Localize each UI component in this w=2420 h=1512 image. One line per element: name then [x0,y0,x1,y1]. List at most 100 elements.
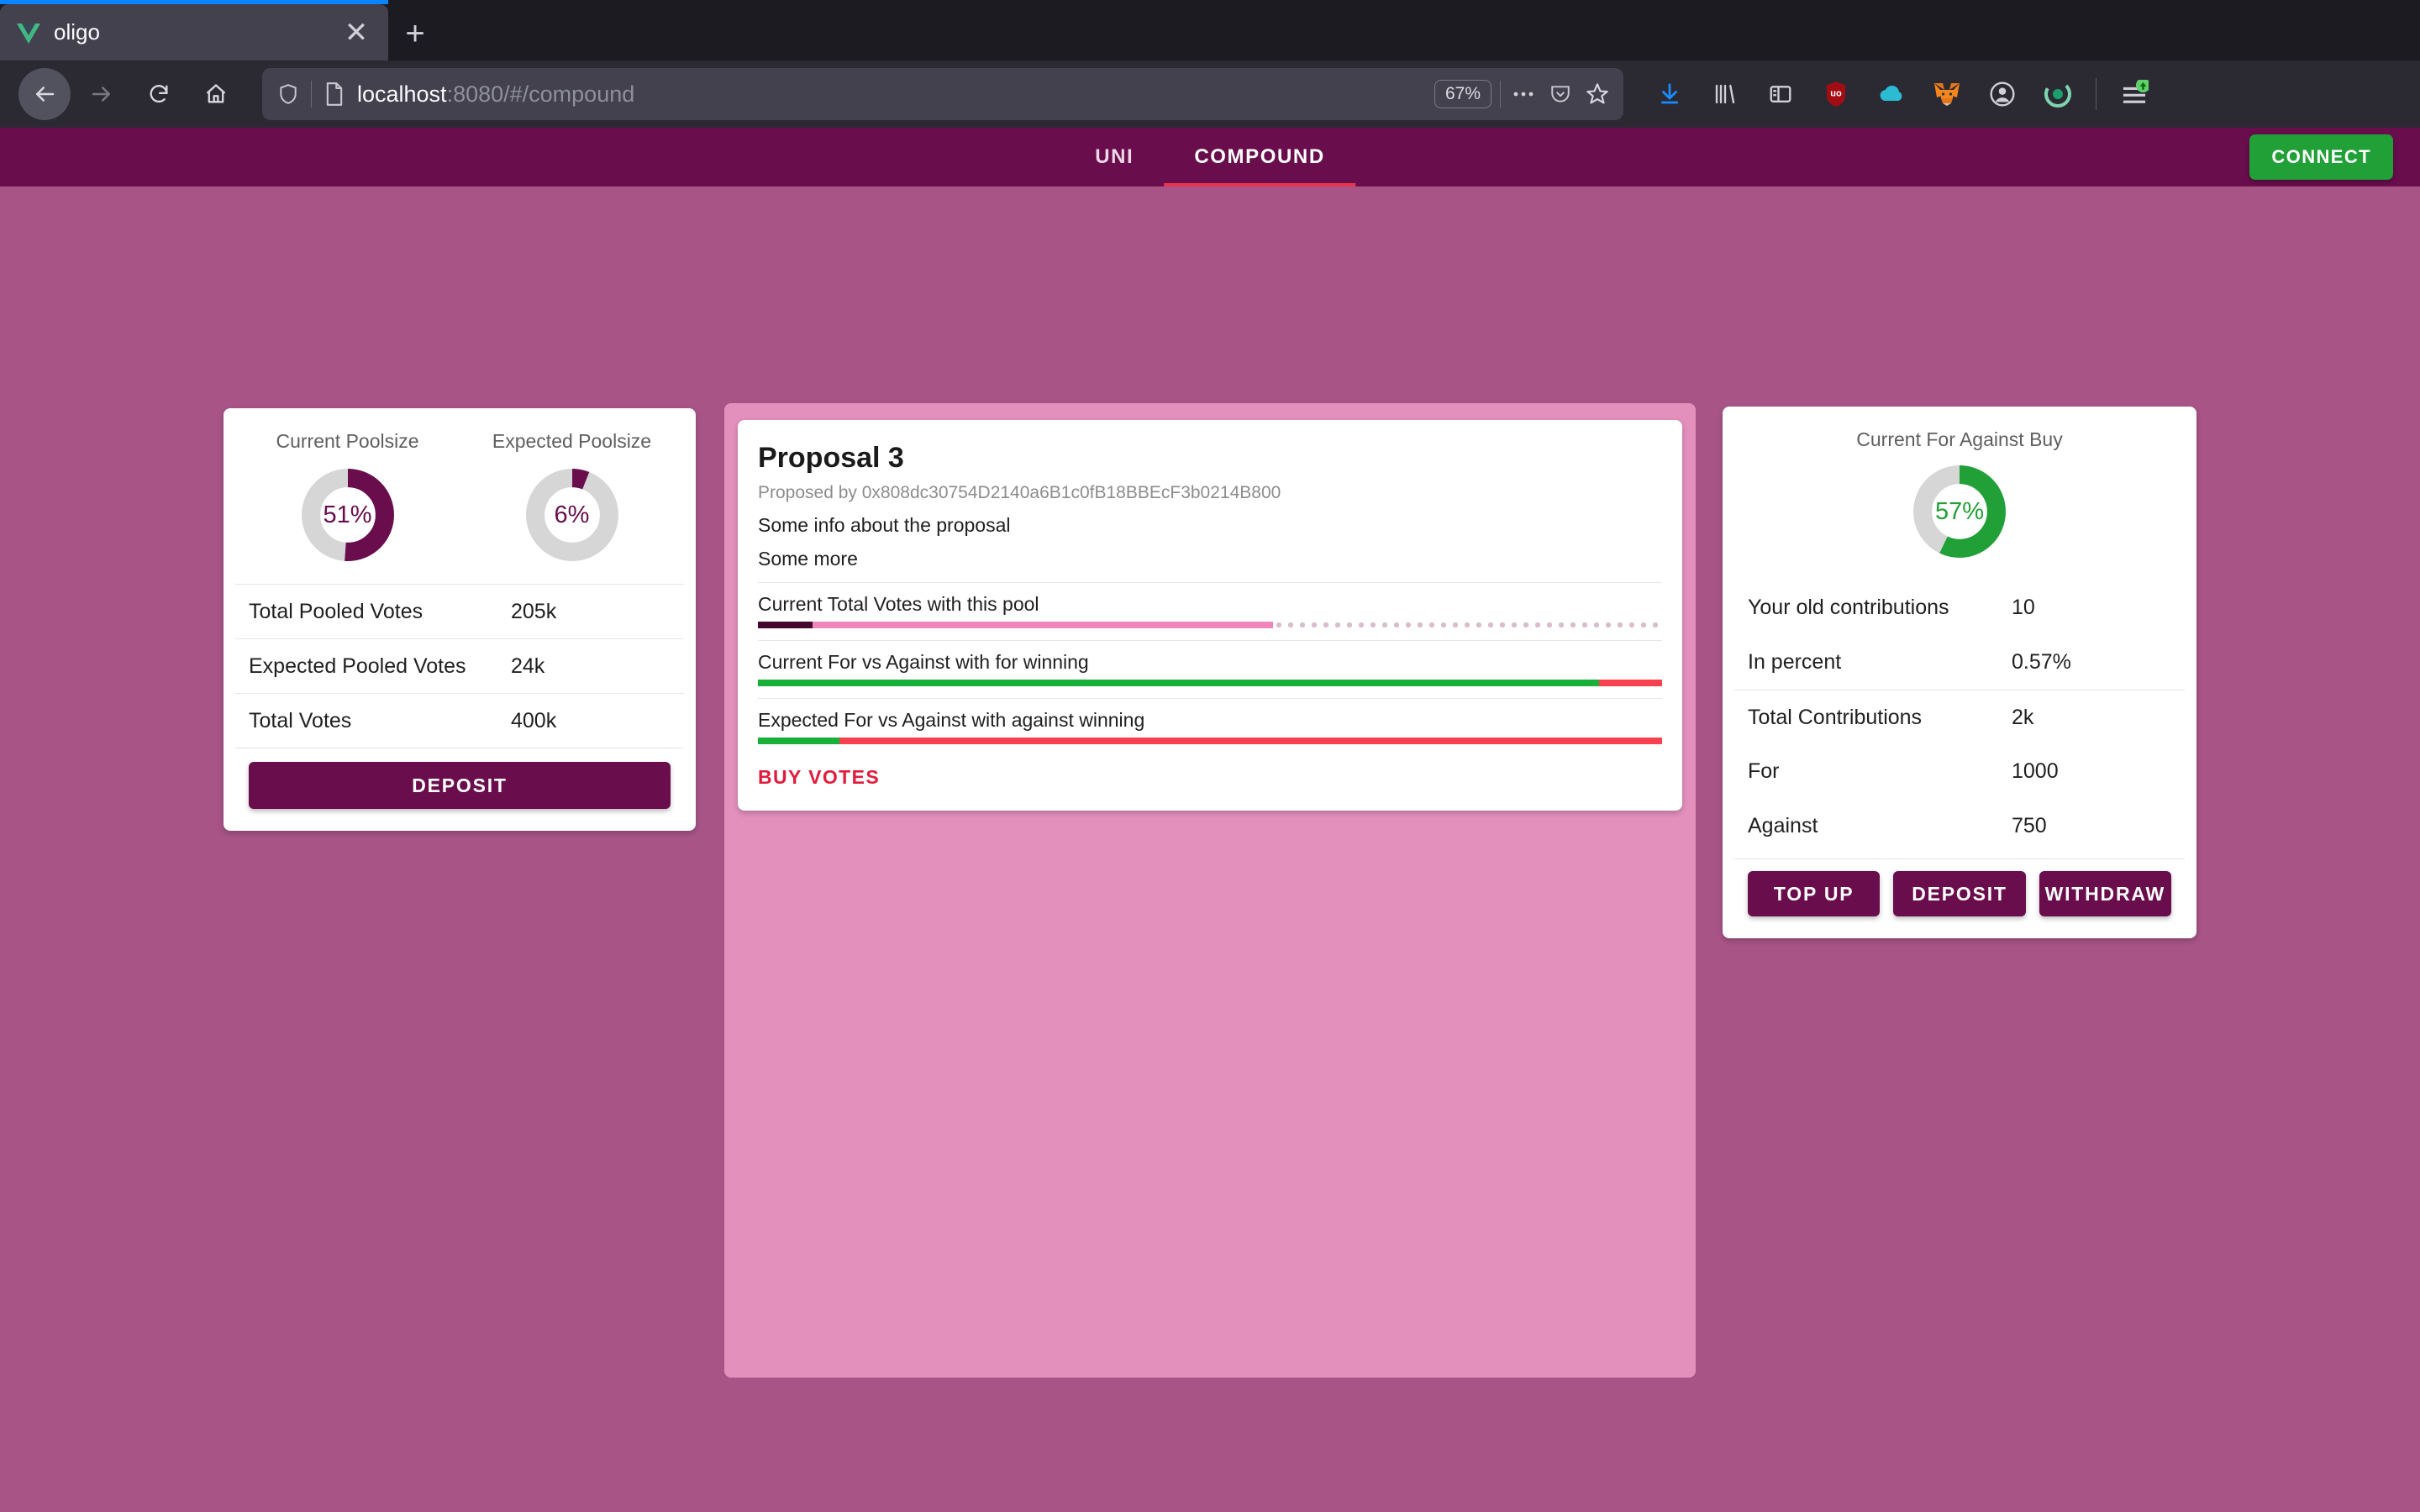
navigation-toolbar: localhost:8080/#/compound 67% uo [0,60,2420,128]
browser-toolbar-icons: uo [1644,68,2160,120]
expected-poolsize-value: 6% [554,501,590,528]
forward-arrow-icon[interactable] [76,68,128,120]
row-value: 750 [2012,814,2047,837]
row-value: 205k [511,599,557,623]
pool-summary-card: Current Poolsize 51% Expected Poolsize 6… [224,408,696,831]
pocket-icon[interactable] [1546,83,1575,105]
for-against-buy-label: Current For Against Buy [1856,428,2063,450]
current-poolsize-donut-block: Current Poolsize 51% [235,430,460,564]
url-path: :8080/#/compound [446,81,635,107]
table-row: Total Votes 400k [235,693,684,748]
pool-stats-list: Total Pooled Votes 205k Expected Pooled … [235,584,684,748]
metamask-fox-icon[interactable] [1921,68,1973,120]
zoom-level-badge[interactable]: 67% [1434,80,1491,108]
current-poolsize-label: Current Poolsize [276,430,419,452]
downloads-icon[interactable] [1644,68,1696,120]
deposit-button[interactable]: DEPOSIT [1893,871,2026,916]
total-votes-bar [758,622,1662,628]
table-row: Total Contributions 2k [1734,690,2185,744]
library-icon[interactable] [1699,68,1751,120]
bar-segment-against [839,738,1662,744]
row-key: Total Votes [249,708,352,732]
proposal-author: Proposed by 0x808dc30754D2140a6B1c0fB18B… [758,483,1281,502]
contributions-button-row: TOP UP DEPOSIT WITHDRAW [1734,858,2185,923]
row-key: For [1748,759,1780,783]
new-tab-button[interactable]: + [388,7,442,60]
page-body: Current Poolsize 51% Expected Poolsize 6… [0,186,2420,1512]
page-document-icon[interactable] [320,82,349,106]
tab-strip: oligo ✕ + [0,0,2420,60]
total-votes-bar-label: Current Total Votes with this pool [758,593,1039,615]
row-value: 400k [511,708,557,732]
total-votes-bar-section: Current Total Votes with this pool [758,582,1662,628]
bar-segment-expected-pool [758,622,813,628]
table-row: In percent 0.57% [1734,635,2185,690]
browser-chrome: oligo ✕ + localhost:8080/#/compound 67% … [0,0,2420,128]
proposal-card: Proposal 3 Proposed by 0x808dc30754D2140… [738,420,1682,811]
expected-poolsize-donut-block: Expected Poolsize 6% [460,430,684,564]
contributions-list: Your old contributions 10 In percent 0.5… [1734,580,2185,853]
svg-text:uo: uo [1830,88,1842,98]
expected-poolsize-label: Expected Poolsize [492,430,652,452]
close-icon[interactable]: ✕ [339,18,373,47]
row-key: Your old contributions [1748,596,1949,619]
tracking-protection-shield-icon[interactable] [274,83,302,105]
proposal-info-line: Some more [758,548,858,570]
row-value: 10 [2012,596,2035,619]
table-row: Expected Pooled Votes 24k [235,638,684,693]
row-value: 24k [511,654,545,678]
contributions-card: Current For Against Buy 57% Your old con… [1723,407,2196,938]
row-key: Against [1748,814,1818,837]
proposal-title: Proposal 3 [758,442,904,474]
for-against-buy-donut-block: Current For Against Buy 57% [1734,428,2185,560]
expected-for-against-bar-section: Expected For vs Against with against win… [758,698,1662,744]
url-bar[interactable]: localhost:8080/#/compound 67% [262,68,1623,120]
app-navigation-bar: UNI COMPOUND CONNECT [0,128,2420,186]
table-row: For 1000 [1734,744,2185,799]
hamburger-menu-icon[interactable] [2108,68,2160,120]
sidebar-icon[interactable] [1754,68,1807,120]
row-key: Total Pooled Votes [249,599,424,623]
current-poolsize-donut: 51% [299,466,397,564]
reload-icon[interactable] [133,68,185,120]
for-against-buy-donut: 57% [1911,463,2008,560]
buy-votes-button[interactable]: BUY VOTES [758,763,880,792]
row-key: Expected Pooled Votes [249,654,466,678]
deposit-button[interactable]: DEPOSIT [249,762,671,809]
withdraw-button[interactable]: WITHDRAW [2039,871,2171,916]
tab-uni[interactable]: UNI [1065,128,1164,186]
row-value: 0.57% [2012,650,2071,674]
top-up-button[interactable]: TOP UP [1748,871,1881,916]
table-row: Against 750 [1734,799,2185,853]
back-arrow-icon[interactable] [18,68,71,120]
for-against-buy-value: 57% [1934,497,1985,525]
row-value: 1000 [2012,759,2059,783]
app-tabs: UNI COMPOUND [1065,128,1356,186]
table-row: Total Pooled Votes 205k [235,584,684,638]
tab-compound[interactable]: COMPOUND [1164,128,1356,186]
account-icon[interactable] [1976,68,2028,120]
urlbar-divider [311,81,312,108]
url-host: localhost [357,81,447,107]
row-key: Total Contributions [1748,705,1923,729]
current-poolsize-value: 51% [323,501,372,528]
ellipsis-icon[interactable] [1509,90,1538,98]
url-text[interactable]: localhost:8080/#/compound [357,81,1426,108]
browser-tab[interactable]: oligo ✕ [0,4,388,60]
bar-segment-against [1598,680,1662,686]
bar-segment-for [758,680,1599,686]
bar-segment-current-pool [812,622,1274,628]
home-icon[interactable] [190,68,242,120]
green-circle-extension-icon[interactable] [2032,68,2084,120]
proposal-info-line: Some info about the proposal [758,514,1011,536]
row-key: In percent [1748,650,1842,674]
expected-for-against-bar-label: Expected For vs Against with against win… [758,709,1145,731]
urlbar-divider-2 [1500,81,1501,108]
connect-button[interactable]: CONNECT [2249,134,2393,180]
ublock-origin-icon[interactable]: uo [1810,68,1862,120]
row-value: 2k [2012,705,2034,729]
bar-segment-remaining-buffer [1273,622,1662,628]
star-icon[interactable] [1583,82,1612,106]
cloud-icon[interactable] [1865,68,1918,120]
expected-poolsize-donut: 6% [523,466,621,564]
